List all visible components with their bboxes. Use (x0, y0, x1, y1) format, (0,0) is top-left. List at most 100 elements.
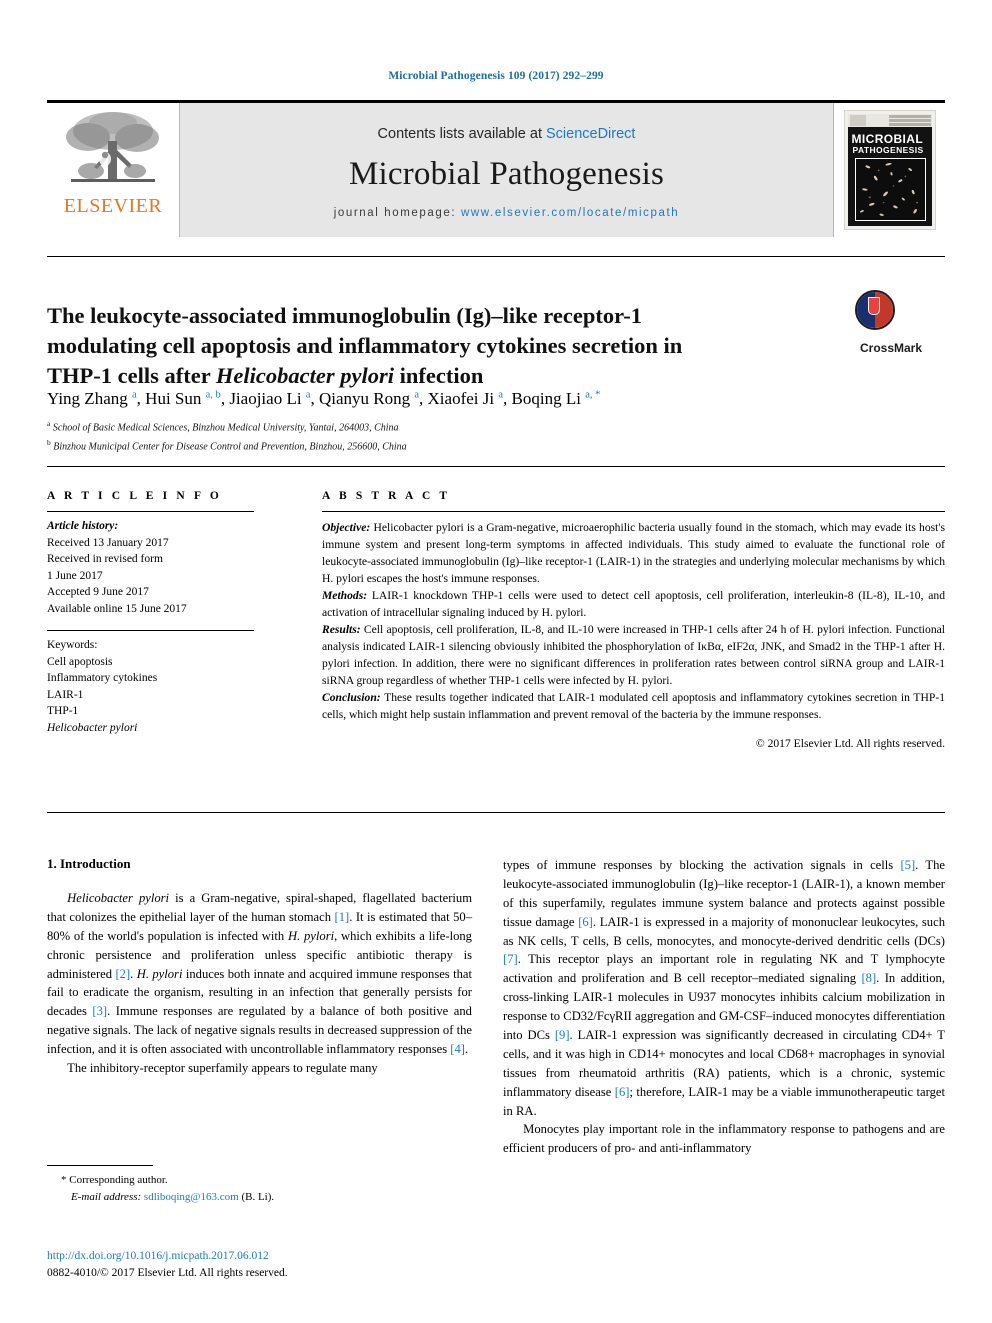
journal-cover-block: MICROBIAL PATHOGENESIS (833, 103, 945, 237)
journal-masthead: ELSEVIER Contents lists available at Sci… (47, 100, 945, 237)
article-history: Article history: Received 13 January 201… (47, 518, 277, 617)
citation-ref[interactable]: [8] (861, 971, 876, 985)
homepage-prefix: journal homepage: (333, 206, 461, 219)
history-item: Received in revised form (47, 553, 163, 566)
corresponding-author-note: * Corresponding author. (61, 1174, 168, 1186)
abstract-divider (47, 812, 945, 813)
author-affil-marker: a (132, 389, 137, 401)
author-affil-marker: a (414, 389, 420, 401)
article-title-line2: modulating cell apoptosis and inflammato… (47, 333, 683, 359)
abstract-results: Results: Cell apoptosis, cell proliferat… (322, 621, 945, 689)
abstract-results-label: Results: (322, 623, 361, 637)
keyword-item-italic: Helicobacter pylori (47, 722, 138, 735)
article-title-line3-pre: THP-1 cells after (47, 363, 216, 389)
cover-micrograph (854, 158, 926, 221)
citation-ref[interactable]: [7] (503, 952, 518, 966)
citation-ref[interactable]: [1] (335, 910, 350, 924)
keyword-item: Cell apoptosis (47, 655, 113, 668)
affiliation-a: a School of Basic Medical Sciences, Binz… (47, 419, 399, 434)
cover-meta-lines (888, 115, 931, 118)
crossmark-badge[interactable]: CrossMark (855, 290, 945, 355)
issn-copyright: 0882-4010/© 2017 Elsevier Ltd. All right… (47, 1266, 288, 1279)
introduction-paragraph-2-start: The inhibitory-receptor superfamily appe… (67, 1061, 378, 1076)
abstract-objective-text: Helicobacter pylori is a Gram-negative, … (322, 521, 945, 586)
abstract-methods-text: LAIR-1 knockdown THP-1 cells were used t… (322, 589, 945, 620)
email-note: E-mail address: sdliboqing@163.com (B. L… (71, 1189, 477, 1206)
footnote-divider (47, 1165, 153, 1166)
cover-micrograph-art (855, 159, 925, 220)
citation-ref[interactable]: [6] (615, 1085, 630, 1099)
abstract-methods: Methods: LAIR-1 knockdown THP-1 cells we… (322, 587, 945, 621)
article-title: The leukocyte-associated immunoglobulin … (47, 301, 807, 391)
introduction-paragraph-2-cont: types of immune responses by blocking th… (503, 856, 945, 1158)
history-item: Available online 15 June 2017 (47, 602, 187, 615)
cover-title-line2: PATHOGENESIS (852, 145, 924, 155)
homepage-link[interactable]: www.elsevier.com/locate/micpath (461, 207, 679, 219)
cover-title-line1: MICROBIAL (851, 132, 924, 146)
journal-title: Microbial Pathogenesis (348, 155, 665, 192)
keywords-label: Keywords: (47, 639, 98, 652)
abstract-objective: Objective: Helicobacter pylori is a Gram… (322, 519, 945, 587)
email-suffix: (B. Li). (238, 1190, 275, 1203)
citation-ref[interactable]: [3] (92, 1004, 107, 1018)
abstract-methods-label: Methods: (322, 589, 368, 603)
article-title-line1: The leukocyte-associated immunoglobulin … (47, 303, 642, 329)
elsevier-wordmark: ELSEVIER (63, 195, 163, 217)
keywords-block: Keywords: Cell apoptosis Inflammatory cy… (47, 637, 277, 736)
running-head: Microbial Pathogenesis 109 (2017) 292–29… (388, 70, 604, 82)
article-page: Microbial Pathogenesis 109 (2017) 292–29… (0, 0, 992, 1323)
body-column-right: types of immune responses by blocking th… (503, 856, 945, 1158)
affiliation-b: b Binzhou Municipal Center for Disease C… (47, 437, 407, 452)
abstract-conclusion: Conclusion: These results together indic… (322, 689, 945, 723)
article-history-label: Article history: (47, 520, 119, 532)
journal-band: Contents lists available at ScienceDirec… (180, 103, 833, 237)
abstract-conclusion-text: These results together indicated that LA… (322, 691, 945, 722)
affiliation-a-text: School of Basic Medical Sciences, Binzho… (52, 422, 399, 434)
crossmark-icon (855, 290, 895, 330)
body-column-left: 1. Introduction Helicobacter pylori is a… (47, 856, 472, 1078)
citation-ref[interactable]: [5] (900, 858, 915, 872)
abstract-conclusion-label: Conclusion: (322, 691, 381, 705)
elsevier-logo-block: ELSEVIER (47, 103, 180, 237)
affiliation-b-text: Binzhou Municipal Center for Disease Con… (53, 440, 407, 452)
abstract-body: Objective: Helicobacter pylori is a Gram… (322, 519, 945, 752)
history-item: Accepted 9 June 2017 (47, 586, 149, 599)
history-item: Received 13 January 2017 (47, 536, 169, 549)
keyword-item: THP-1 (47, 705, 79, 718)
article-title-line3-post: infection (393, 363, 484, 389)
affiliation-list: a School of Basic Medical Sciences, Binz… (47, 418, 827, 455)
sciencedirect-link[interactable]: ScienceDirect (546, 126, 635, 142)
citation-ref[interactable]: [6] (578, 915, 593, 929)
abstract-heading: A B S T R A C T (322, 490, 451, 502)
abstract-copyright: © 2017 Elsevier Ltd. All rights reserved… (755, 737, 945, 751)
article-info-block: A R T I C L E I N F O Article history: R… (47, 490, 277, 737)
email-link[interactable]: sdliboqing@163.com (144, 1191, 239, 1203)
keyword-item: Inflammatory cytokines (47, 672, 158, 685)
introduction-paragraph-3: Monocytes play important role in the inf… (503, 1122, 945, 1156)
elsevier-tree-icon (66, 112, 159, 182)
author-affil-marker: a, * (585, 389, 601, 401)
journal-homepage-line: journal homepage: www.elsevier.com/locat… (334, 207, 680, 219)
article-title-organism: Helicobacter pylori (215, 363, 394, 389)
history-item: 1 June 2017 (47, 569, 103, 582)
keyword-item: LAIR-1 (47, 688, 84, 701)
author-affil-marker: a (305, 389, 311, 401)
footnote-block: * Corresponding author. E-mail address: … (47, 1172, 477, 1205)
info-divider (47, 466, 945, 467)
title-divider (47, 256, 945, 257)
contents-available-line: Contents lists available at ScienceDirec… (378, 126, 636, 142)
doi-block: http://dx.doi.org/10.1016/j.micpath.2017… (47, 1248, 477, 1281)
email-label: E-mail address: (71, 1190, 142, 1203)
citation-ref[interactable]: [2] (115, 967, 130, 981)
citation-ref[interactable]: [4] (450, 1042, 465, 1056)
cover-elsevier-mini-logo (849, 115, 866, 126)
citation-ref[interactable]: [9] (555, 1028, 570, 1042)
author-list: Ying Zhang a, Hui Sun a, b, Jiaojiao Li … (47, 389, 601, 408)
abstract-objective-label: Objective: (322, 521, 371, 534)
author-affil-marker: a (498, 389, 504, 401)
introduction-paragraph-1: Helicobacter pylori is a Gram-negative, … (47, 889, 472, 1078)
abstract-block: A B S T R A C T Objective: Helicobacter … (322, 490, 945, 752)
journal-cover-image: MICROBIAL PATHOGENESIS (843, 110, 936, 230)
doi-link[interactable]: http://dx.doi.org/10.1016/j.micpath.2017… (47, 1248, 477, 1265)
author-affil-marker: a, b (205, 389, 221, 401)
